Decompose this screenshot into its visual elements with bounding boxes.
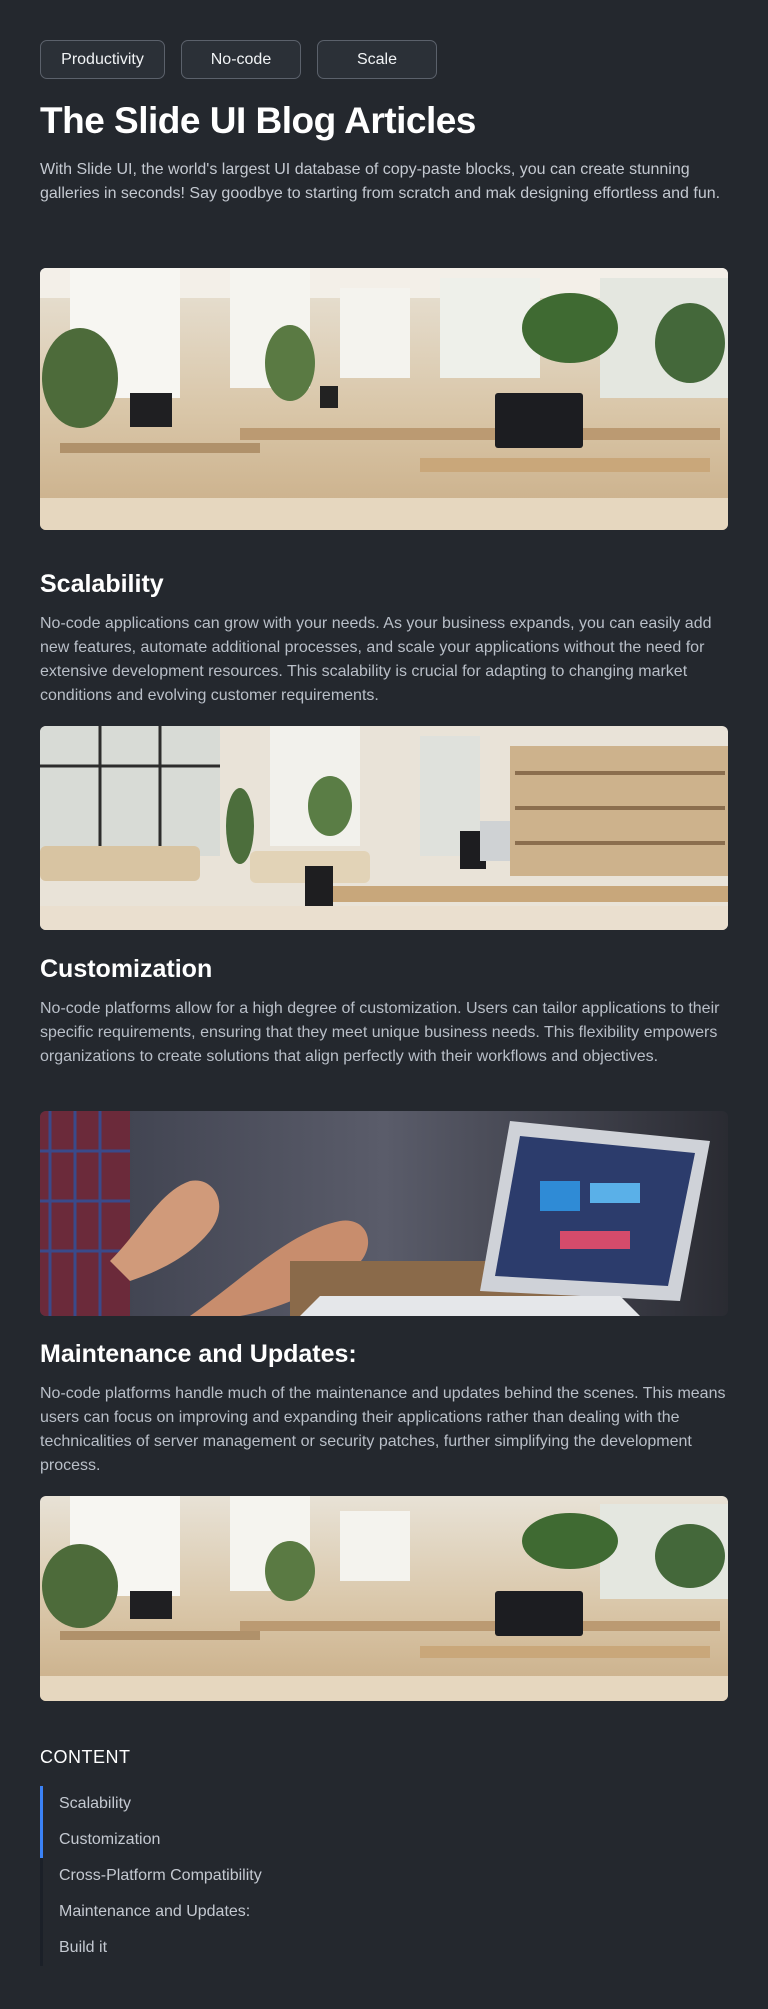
section-title-customization: Customization: [40, 955, 213, 983]
toc-item-build-it[interactable]: Build it: [43, 1930, 731, 1966]
section-body-customization: No-code platforms allow for a high degre…: [40, 1000, 720, 1065]
office-image-bottom: [40, 1496, 728, 1701]
tag-list: Productivity No-code Scale: [40, 40, 728, 79]
toc-title: CONTENT: [40, 1747, 131, 1767]
tag-scale[interactable]: Scale: [317, 40, 437, 79]
tag-productivity[interactable]: Productivity: [40, 40, 165, 79]
section-title-maintenance: Maintenance and Updates:: [40, 1340, 357, 1368]
article-container: Productivity No-code Scale The Slide UI …: [40, 40, 728, 1966]
table-of-contents: Scalability Customization Cross-Platform…: [40, 1786, 731, 1966]
toc-item-customization[interactable]: Customization: [40, 1822, 731, 1858]
hero-office-image: [40, 268, 728, 530]
toc-item-cross-platform[interactable]: Cross-Platform Compatibility: [43, 1858, 731, 1894]
hands-laptop-image: [40, 1111, 728, 1316]
office-library-image: [40, 726, 728, 930]
toc-item-maintenance[interactable]: Maintenance and Updates:: [43, 1894, 731, 1930]
toc-item-scalability[interactable]: Scalability: [40, 1786, 731, 1822]
intro-text: With Slide UI, the world's largest UI da…: [40, 161, 721, 202]
section-body-maintenance: No-code platforms handle much of the mai…: [40, 1385, 726, 1474]
section-body-scalability: No-code applications can grow with your …: [40, 615, 712, 704]
page-title: The Slide UI Blog Articles: [40, 100, 476, 141]
tag-no-code[interactable]: No-code: [181, 40, 301, 79]
section-title-scalability: Scalability: [40, 570, 164, 598]
